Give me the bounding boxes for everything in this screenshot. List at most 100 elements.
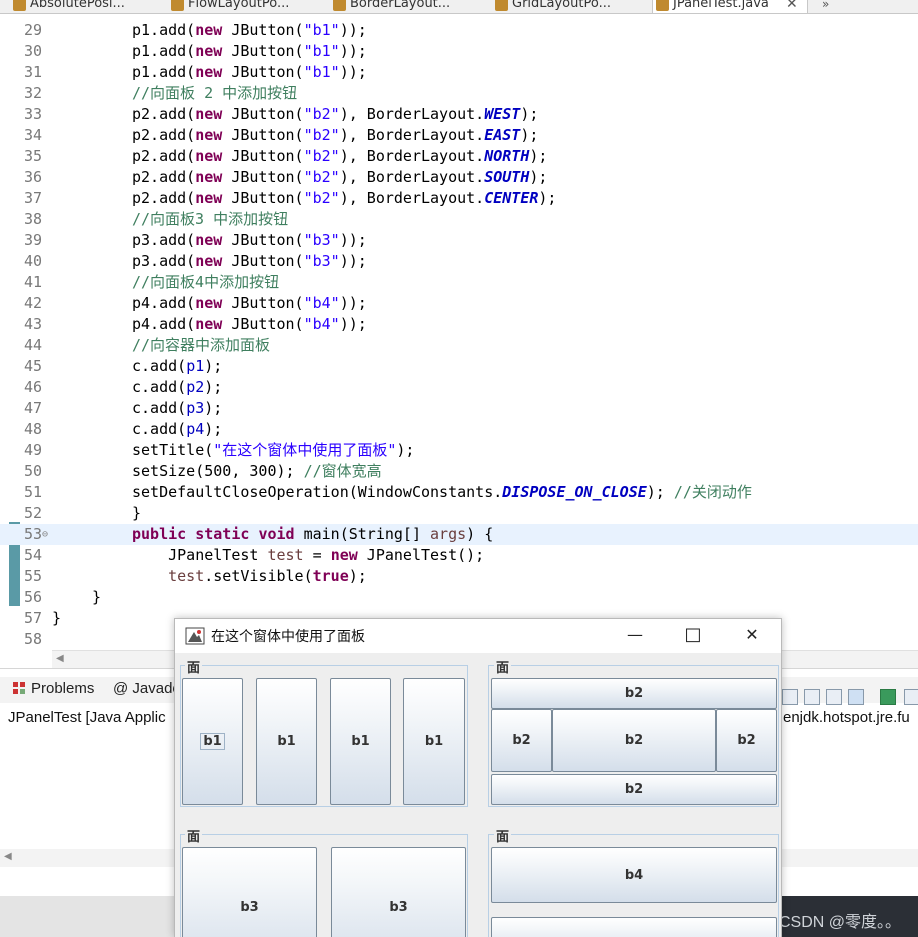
- code-token: new: [195, 21, 223, 39]
- p1-button-2[interactable]: b1: [256, 678, 317, 805]
- code-token: //向面板4中添加按钮: [132, 273, 280, 291]
- code-token: p4.add(: [132, 294, 196, 312]
- code-token: c.add(: [132, 420, 187, 438]
- tab-jpaneltest[interactable]: JPanelTest.java: [652, 0, 808, 13]
- tab-close-icon[interactable]: ✕: [786, 0, 798, 13]
- code-token: );: [529, 147, 548, 165]
- code-token: ), BorderLayout.: [339, 147, 485, 165]
- p4-button-1[interactable]: b4: [491, 847, 777, 903]
- code-line[interactable]: 31 p1.add(new JButton("b1"));: [0, 62, 918, 83]
- code-text: p2.add(new JButton("b2"), BorderLayout.W…: [132, 104, 538, 125]
- code-line[interactable]: 51 setDefaultCloseOperation(WindowConstan…: [0, 482, 918, 503]
- line-number: 32: [23, 84, 42, 102]
- p2-south-button[interactable]: b2: [491, 774, 777, 805]
- console-scroll-left-icon[interactable]: ◀: [4, 851, 12, 862]
- open-console-icon[interactable]: [880, 689, 896, 705]
- close-button[interactable]: ✕: [740, 625, 764, 645]
- code-line[interactable]: 42 p4.add(new JButton("b4"));: [0, 293, 918, 314]
- code-line[interactable]: 29 p1.add(new JButton("b1"));: [0, 20, 918, 41]
- code-line[interactable]: 54 JPanelTest test = new JPanelTest();: [0, 545, 918, 566]
- line-number: 33: [23, 105, 42, 123]
- p2-north-button[interactable]: b2: [491, 678, 777, 709]
- p3-button-1[interactable]: b3: [182, 847, 317, 937]
- code-line[interactable]: 50 setSize(500, 300); //窗体宽高: [0, 461, 918, 482]
- code-line[interactable]: 35 p2.add(new JButton("b2"), BorderLayout…: [0, 146, 918, 167]
- line-number: 46: [23, 378, 42, 396]
- tab-absolute-position[interactable]: AbsolutePosi...: [10, 0, 125, 13]
- code-line[interactable]: 48 c.add(p4);: [0, 419, 918, 440]
- code-token: static: [195, 525, 250, 543]
- code-line[interactable]: 37 p2.add(new JButton("b2"), BorderLayout…: [0, 188, 918, 209]
- tab-overflow-icon[interactable]: »: [822, 0, 829, 13]
- code-line[interactable]: 36 p2.add(new JButton("b2"), BorderLayout…: [0, 167, 918, 188]
- view-menu-icon[interactable]: [904, 689, 918, 705]
- code-line[interactable]: 49 setTitle("在这个窗体中使用了面板");: [0, 440, 918, 461]
- code-editor[interactable]: 29 p1.add(new JButton("b1")); 30 p1.add(new…: [0, 14, 918, 650]
- java-frame-window[interactable]: 在这个窗体中使用了面板 — □ ✕ 面板1 b1 b1 b1 b1 面板2 b2…: [174, 618, 782, 937]
- code-line[interactable]: 34 p2.add(new JButton("b2"), BorderLayout…: [0, 125, 918, 146]
- code-token: ));: [339, 42, 367, 60]
- code-line[interactable]: 44 //向容器中添加面板: [0, 335, 918, 356]
- code-line[interactable]: 47 c.add(p3);: [0, 398, 918, 419]
- code-token: test: [168, 567, 205, 585]
- p1-button-4[interactable]: b1: [403, 678, 465, 805]
- p2-west-button[interactable]: b2: [491, 709, 552, 772]
- code-token: =: [303, 546, 331, 564]
- code-text: p4.add(new JButton("b4"));: [132, 293, 367, 314]
- code-line[interactable]: 39 p3.add(new JButton("b3"));: [0, 230, 918, 251]
- pin-console-icon[interactable]: [826, 689, 842, 705]
- code-line[interactable]: 32 //向面板 2 中添加按钮: [0, 83, 918, 104]
- code-line[interactable]: 56}: [0, 587, 918, 608]
- code-line[interactable]: 46 c.add(p2);: [0, 377, 918, 398]
- p2-center-button[interactable]: b2: [552, 709, 716, 772]
- code-token: new: [195, 252, 223, 270]
- code-line[interactable]: 33 p2.add(new JButton("b2"), BorderLayout…: [0, 104, 918, 125]
- code-token: new: [195, 168, 223, 186]
- code-line[interactable]: 30 p1.add(new JButton("b1"));: [0, 41, 918, 62]
- maximize-button[interactable]: □: [681, 625, 705, 645]
- fold-toggle-icon[interactable]: ⊖: [42, 524, 48, 545]
- line-number: 31: [23, 63, 42, 81]
- word-wrap-icon[interactable]: [804, 689, 820, 705]
- tab-grid-layout[interactable]: GridLayoutPo...: [492, 0, 611, 13]
- minimize-button[interactable]: —: [623, 625, 647, 645]
- code-token: new: [195, 126, 223, 144]
- scroll-left-icon[interactable]: ◀: [56, 653, 64, 664]
- code-token: );: [529, 168, 548, 186]
- code-text: p1.add(new JButton("b1"));: [132, 20, 367, 41]
- code-token: new: [195, 63, 223, 81]
- code-token: p4: [186, 420, 205, 438]
- tab-flow-layout[interactable]: FlowLayoutPo...: [168, 0, 289, 13]
- code-line[interactable]: 41 //向面板4中添加按钮: [0, 272, 918, 293]
- code-line[interactable]: 43 p4.add(new JButton("b4"));: [0, 314, 918, 335]
- code-token: new: [195, 315, 223, 333]
- code-line[interactable]: 53 ⊖ public static void main(String[] args…: [0, 524, 918, 545]
- tab-problems[interactable]: Problems: [12, 680, 94, 697]
- p4-button-2[interactable]: [491, 917, 777, 937]
- code-line[interactable]: 38 //向面板3 中添加按钮: [0, 209, 918, 230]
- tab-border-layout[interactable]: BorderLayout...: [330, 0, 450, 13]
- line-number: 57: [23, 609, 42, 627]
- code-token: ), BorderLayout.: [339, 168, 485, 186]
- code-text: }: [52, 608, 61, 629]
- code-token: p1.add(: [132, 63, 196, 81]
- scroll-lock-icon[interactable]: [782, 689, 798, 705]
- code-line[interactable]: 52}: [0, 503, 918, 524]
- code-token: EAST: [484, 126, 521, 144]
- code-token: new: [195, 294, 223, 312]
- p1-button-3[interactable]: b1: [330, 678, 391, 805]
- frame-titlebar[interactable]: 在这个窗体中使用了面板 — □ ✕: [175, 619, 781, 653]
- code-line[interactable]: 40 p3.add(new JButton("b3"));: [0, 251, 918, 272]
- tab-javadoc[interactable]: @ Javado: [113, 680, 181, 697]
- code-line[interactable]: 45 c.add(p1);: [0, 356, 918, 377]
- p2-east-button[interactable]: b2: [716, 709, 777, 772]
- code-line[interactable]: 55 test.setVisible(true);: [0, 566, 918, 587]
- display-console-icon[interactable]: [848, 689, 864, 705]
- code-token: JButton(: [222, 105, 304, 123]
- code-token: );: [204, 378, 223, 396]
- code-text: setTitle("在这个窗体中使用了面板");: [132, 440, 414, 461]
- p1-button-1[interactable]: b1: [182, 678, 243, 805]
- line-number: 49: [23, 441, 42, 459]
- p3-button-2[interactable]: b3: [331, 847, 466, 937]
- code-text: p1.add(new JButton("b1"));: [132, 62, 367, 83]
